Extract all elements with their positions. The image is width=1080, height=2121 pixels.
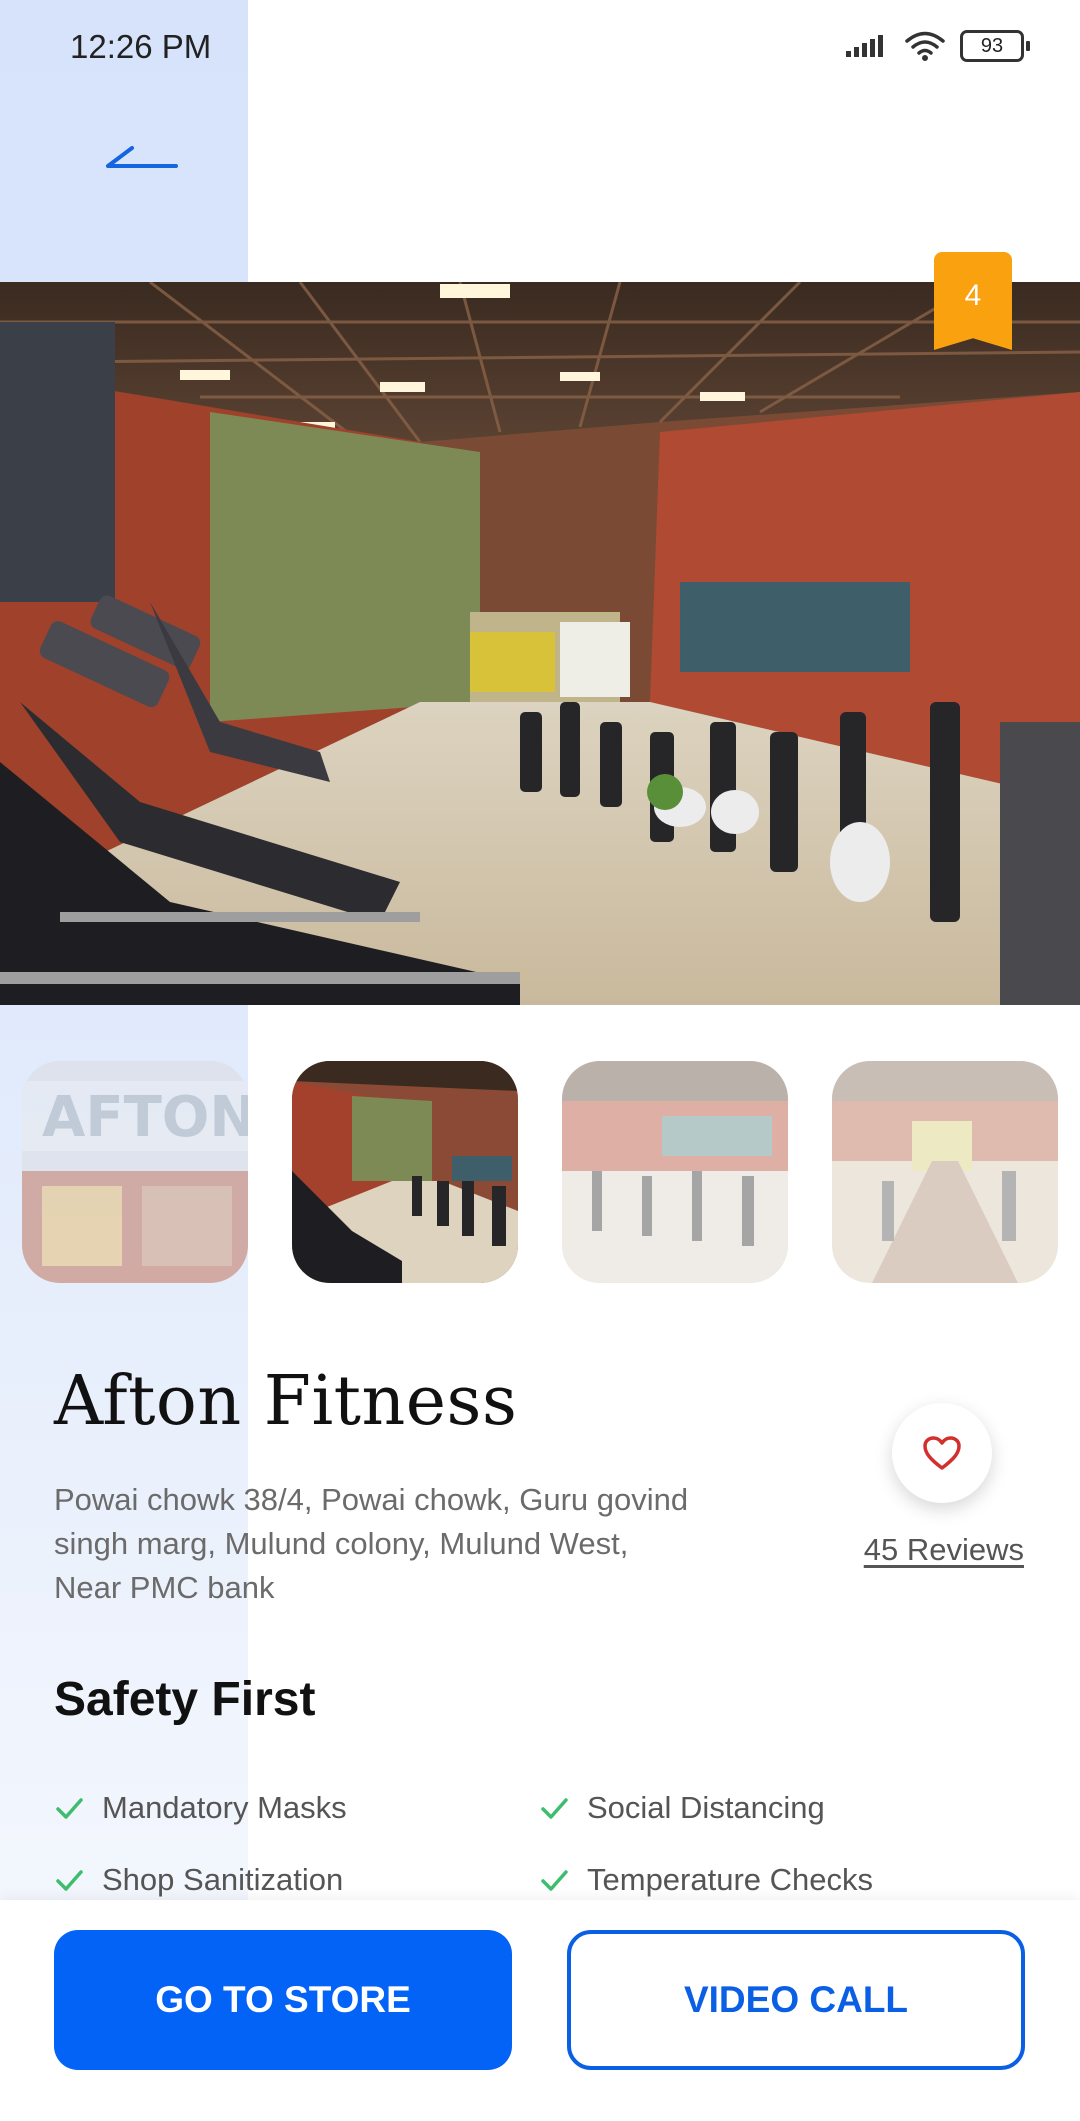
go-to-store-button[interactable]: GO TO STORE [54,1930,512,2070]
svg-text:AFTON: AFTON [42,1085,248,1150]
check-icon [56,1870,83,1891]
thumbnail-showroom-selected[interactable] [292,1061,518,1283]
safety-item-label: Social Distancing [587,1790,825,1825]
check-icon [56,1798,83,1819]
safety-title: Safety First [54,1673,316,1726]
hero-store-image [0,282,1080,1005]
favorite-button[interactable] [892,1403,992,1503]
store-address: Powai chowk 38/4, Powai chowk, Guru govi… [54,1482,689,1605]
status-bar: 12:26 PM 93 [0,0,1080,96]
status-icons: 93 [846,30,1030,62]
safety-item: Social Distancing [539,1790,825,1826]
thumbnail-strip: AFTON [22,1061,1058,1283]
status-time: 12:26 PM [70,28,212,65]
reviews-link[interactable]: 45 Reviews [864,1532,1024,1568]
check-icon [541,1798,568,1819]
safety-item: Temperature Checks [539,1862,873,1898]
safety-item-label: Temperature Checks [587,1862,874,1897]
heart-icon [923,1436,961,1470]
safety-item-label: Shop Sanitization [102,1862,344,1897]
safety-item: Shop Sanitization [54,1862,343,1898]
thumbnail-storefront[interactable]: AFTON [22,1061,248,1283]
battery-icon: 93 [960,30,1030,62]
wifi-icon [905,31,945,61]
safety-item-label: Mandatory Masks [102,1790,347,1825]
signal-icon [846,35,883,57]
safety-item: Mandatory Masks [54,1790,347,1826]
bottom-action-bar: GO TO STORE VIDEO CALL [0,1900,1080,2121]
video-call-button[interactable]: VIDEO CALL [567,1930,1025,2070]
thumbnail-showroom-3[interactable] [832,1061,1058,1283]
check-icon [541,1870,568,1891]
back-button[interactable] [100,130,190,190]
store-name: Afton Fitness [54,1362,518,1441]
thumbnail-showroom-2[interactable] [562,1061,788,1283]
photo-count-badge: 4 [934,252,1012,350]
back-arrow-icon [106,146,178,168]
